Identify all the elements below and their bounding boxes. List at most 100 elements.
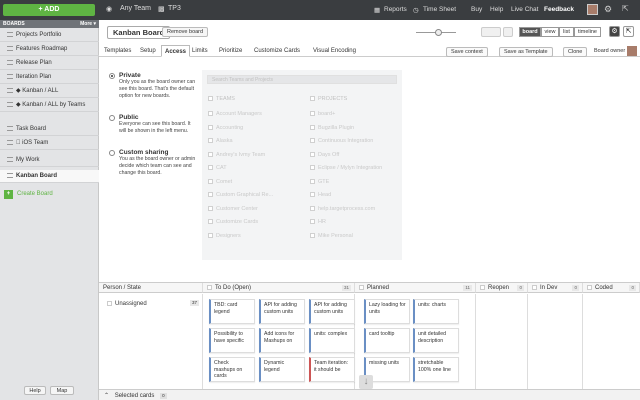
card[interactable]: API for adding custom units <box>309 299 355 324</box>
tab-templates[interactable]: Templates <box>101 45 134 57</box>
checkbox[interactable] <box>208 151 213 157</box>
checkbox[interactable] <box>310 205 315 211</box>
checkbox[interactable] <box>208 111 213 117</box>
column-header-planned[interactable]: Planned 11 <box>355 283 476 293</box>
project-row[interactable]: Head <box>310 192 331 198</box>
fullscreen-icon[interactable]: ⇱ <box>622 4 629 13</box>
checkbox[interactable] <box>208 219 213 225</box>
buy-link[interactable]: Buy <box>471 6 482 13</box>
sidebar-item-kanban-all-teams[interactable]: ◆ Kanban / ALL by Teams <box>0 99 99 112</box>
card[interactable]: Add icons for Mashups on <box>259 328 305 353</box>
checkbox[interactable] <box>359 284 364 290</box>
add-button[interactable]: + ADD <box>3 4 95 16</box>
sidebar-item-task-board[interactable]: Task Board <box>0 123 99 136</box>
project-row[interactable]: Mike Personal <box>310 233 353 239</box>
timesheet-link[interactable]: Time Sheet <box>423 6 456 13</box>
card[interactable]: unit detailed description <box>413 328 459 353</box>
download-arrow-icon[interactable]: ↓ <box>359 375 373 389</box>
team-row[interactable]: Designers <box>208 233 241 239</box>
feedback-link[interactable]: Feedback <box>544 6 574 13</box>
view-timeline-button[interactable]: timeline <box>574 27 601 37</box>
checkbox[interactable] <box>310 165 315 171</box>
public-radio[interactable] <box>109 115 115 121</box>
column-header-reopen[interactable]: Reopen 0 <box>476 283 528 293</box>
user-avatar[interactable] <box>587 4 598 15</box>
checkbox[interactable] <box>310 178 315 184</box>
expand-icon[interactable]: ⇱ <box>623 26 634 37</box>
card[interactable]: TBD: card legend <box>209 299 255 324</box>
checkbox[interactable] <box>208 96 213 102</box>
tab-visual-encoding[interactable]: Visual Encoding <box>310 45 359 57</box>
gear-icon[interactable]: ⚙ <box>604 4 612 15</box>
team-row[interactable]: Alaska <box>208 138 233 144</box>
clone-button[interactable]: Clone <box>563 47 588 57</box>
live-chat-link[interactable]: Live Chat <box>511 6 538 13</box>
create-board-button[interactable]: + Create Board <box>4 190 53 199</box>
team-row[interactable]: Custom Graphical Re... <box>208 192 273 198</box>
project-row[interactable]: GTE <box>310 179 329 185</box>
sidebar-item-kanban-all[interactable]: ◆ Kanban / ALL <box>0 85 99 98</box>
sidebar-item-features-roadmap[interactable]: Features Roadmap <box>0 43 99 56</box>
card[interactable]: card tooltip <box>364 328 410 353</box>
sidebar-item-iteration-plan[interactable]: Iteration Plan <box>0 71 99 84</box>
checkbox[interactable] <box>208 205 213 211</box>
checkbox[interactable] <box>310 96 315 102</box>
checkbox[interactable] <box>208 165 213 171</box>
save-context-button[interactable]: Save context <box>446 47 488 57</box>
checkbox[interactable] <box>208 178 213 184</box>
tab-prioritize[interactable]: Prioritize <box>216 45 245 57</box>
column-header-in-dev[interactable]: In Dev 0 <box>528 283 583 293</box>
team-row[interactable]: Customer Center <box>208 206 258 212</box>
project-row[interactable]: Bugzilla Plugin <box>310 125 354 131</box>
card[interactable]: units: charts <box>413 299 459 324</box>
project-row[interactable]: HR <box>310 219 326 225</box>
zoom-input[interactable] <box>481 27 501 37</box>
tab-setup[interactable]: Setup <box>137 45 159 57</box>
tab-access[interactable]: Access <box>161 45 191 57</box>
checkbox[interactable] <box>208 232 213 238</box>
team-row[interactable]: CAT <box>208 165 227 171</box>
tab-customize-cards[interactable]: Customize Cards <box>251 45 303 57</box>
remove-board-button[interactable]: Remove board <box>162 27 209 37</box>
help-button[interactable]: Help <box>24 386 46 395</box>
checkbox[interactable] <box>480 284 485 290</box>
card[interactable]: Team iteration: it should be <box>309 357 355 382</box>
checkbox[interactable] <box>532 284 537 290</box>
map-button[interactable]: Map <box>50 386 74 395</box>
settings-icon[interactable]: ⚙ <box>609 26 620 37</box>
card[interactable]: Possibility to have specific <box>209 328 255 353</box>
card[interactable]: stretchable 100% one line <box>413 357 459 382</box>
checkbox[interactable] <box>207 284 212 290</box>
checkbox[interactable] <box>208 192 213 198</box>
card[interactable]: Lazy loading for units <box>364 299 410 324</box>
sidebar-item-kanban-board[interactable]: Kanban Board <box>0 170 99 183</box>
private-radio[interactable] <box>109 73 115 79</box>
checkbox[interactable] <box>310 151 315 157</box>
collapse-icon[interactable]: ⌃ <box>104 393 109 399</box>
card[interactable]: API for adding custom units <box>259 299 305 324</box>
team-row[interactable]: Comet <box>208 179 232 185</box>
view-board-button[interactable]: board <box>519 27 541 37</box>
team-selector[interactable]: Any Team <box>120 5 151 12</box>
team-row[interactable]: Account Managers <box>208 111 262 117</box>
project-row[interactable]: Eclipse / Mylyn Integration <box>310 165 382 171</box>
checkbox[interactable] <box>208 124 213 130</box>
checkbox[interactable] <box>310 138 315 144</box>
project-row[interactable]: help.targetprocess.com <box>310 206 375 212</box>
custom-radio[interactable] <box>109 150 115 156</box>
checkbox[interactable] <box>107 301 112 306</box>
board-title[interactable]: Kanban Board <box>107 26 171 39</box>
checkbox[interactable] <box>310 219 315 225</box>
card[interactable]: Dynamic legend <box>259 357 305 382</box>
project-selector[interactable]: TP3 <box>168 5 181 12</box>
checkbox[interactable] <box>208 138 213 144</box>
card[interactable]: Check mashups on cards <box>209 357 255 382</box>
sidebar-item-projects-portfolio[interactable]: Projects Portfolio <box>0 29 99 42</box>
project-row[interactable]: board+ <box>310 111 335 117</box>
reports-link[interactable]: Reports <box>384 6 407 13</box>
zoom-stepper[interactable] <box>503 27 513 37</box>
column-header-coded[interactable]: Coded 0 <box>583 283 640 293</box>
more-button[interactable]: More ▾ <box>80 20 96 28</box>
checkbox[interactable] <box>310 111 315 117</box>
checkbox[interactable] <box>310 192 315 198</box>
